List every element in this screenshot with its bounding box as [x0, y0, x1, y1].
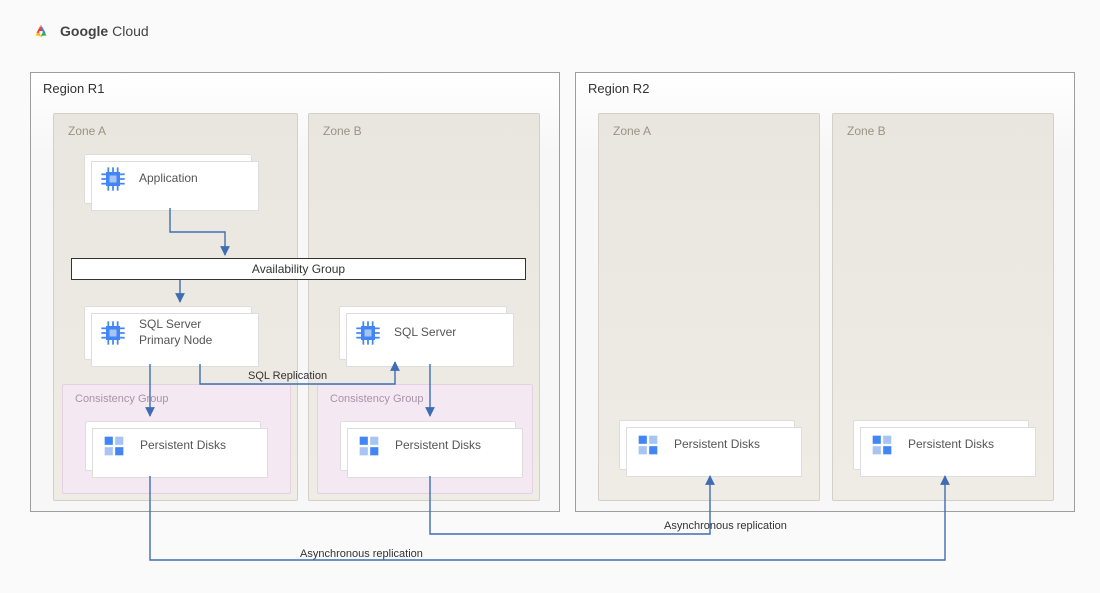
async-replication-1-label: Asynchronous replication — [664, 520, 787, 532]
sql-replication-label: SQL Replication — [248, 370, 327, 382]
r2-disk-b-card: Persistent Disks — [853, 420, 1029, 470]
r1-cg-b-title: Consistency Group — [330, 393, 424, 405]
r1-disk-b-card: Persistent Disks — [340, 421, 516, 471]
persistent-disk-icon — [355, 432, 383, 460]
compute-engine-icon — [354, 319, 382, 347]
async-replication-2-label: Asynchronous replication — [300, 548, 423, 560]
r1-zone-b-title: Zone B — [323, 124, 362, 138]
r2-zone-b: Zone B Persistent Disks — [832, 113, 1054, 501]
sql-primary-card: SQL Server Primary Node — [84, 306, 252, 360]
r1-consistency-group-a: Consistency Group Persistent Disks — [62, 384, 291, 494]
r2-zone-a-title: Zone A — [613, 124, 651, 138]
region-r1-title: Region R1 — [43, 81, 104, 96]
r1-disk-b-label: Persistent Disks — [395, 438, 481, 454]
r1-cg-a-title: Consistency Group — [75, 393, 169, 405]
compute-engine-icon — [99, 165, 127, 193]
r1-disk-a-label: Persistent Disks — [140, 438, 226, 454]
google-cloud-icon — [30, 20, 52, 42]
availability-group-label: Availability Group — [252, 262, 345, 276]
region-r2: Region R2 Zone A Persistent Disks Zone B… — [575, 72, 1075, 512]
sql-secondary-card: SQL Server — [339, 306, 507, 360]
r2-disk-a-card: Persistent Disks — [619, 420, 795, 470]
brand-text: Google Cloud — [60, 23, 149, 39]
persistent-disk-icon — [634, 431, 662, 459]
r2-zone-b-title: Zone B — [847, 124, 886, 138]
region-r2-title: Region R2 — [588, 81, 649, 96]
r1-zone-a: Zone A Application — [53, 113, 298, 501]
persistent-disk-icon — [868, 431, 896, 459]
brand-header: Google Cloud — [30, 20, 149, 42]
compute-engine-icon — [99, 319, 127, 347]
r1-zone-a-title: Zone A — [68, 124, 106, 138]
r2-disk-b-label: Persistent Disks — [908, 437, 994, 453]
sql-primary-label: SQL Server Primary Node — [139, 317, 212, 348]
application-card: Application — [84, 154, 252, 204]
sql-secondary-label: SQL Server — [394, 325, 456, 341]
persistent-disk-icon — [100, 432, 128, 460]
r1-consistency-group-b: Consistency Group Persistent Disks — [317, 384, 533, 494]
r2-zone-a: Zone A Persistent Disks — [598, 113, 820, 501]
r1-zone-b: Zone B SQL Server Consistency Group — [308, 113, 540, 501]
application-label: Application — [139, 171, 198, 187]
region-r1: Region R1 Zone A Application — [30, 72, 560, 512]
r2-disk-a-label: Persistent Disks — [674, 437, 760, 453]
availability-group-bar: Availability Group — [71, 258, 526, 280]
r1-disk-a-card: Persistent Disks — [85, 421, 261, 471]
